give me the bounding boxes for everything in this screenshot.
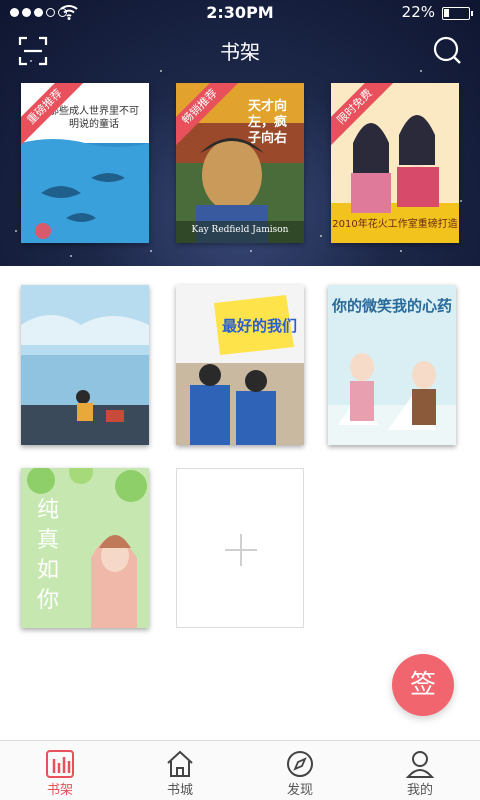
house-icon [167,750,193,777]
tab-discover[interactable]: 发现 [240,741,360,800]
tab-label: 我的 [406,783,433,798]
book-title: 2010年花火工作室重磅打造 [332,219,458,230]
tab-label: 书城 [166,783,193,798]
book-author: Kay Redfield Jamison [191,225,289,235]
book-cover-5[interactable]: 最好的我们 [176,285,304,445]
compass-icon [287,751,313,777]
page-title: 书架 [220,40,260,64]
battery-percent: 22% [401,3,435,21]
tab-profile[interactable]: 我的 [360,741,480,800]
book-cover-6[interactable]: 你的微笑我的心药 [328,285,456,445]
book-title: 最好的我们 [222,317,298,335]
book-title: 天才向左，疯子向右 [248,99,288,146]
person-icon [405,751,435,778]
add-book-button[interactable] [176,468,304,628]
book-cover-1[interactable]: 那些成人世界里不可明说的童话 重磅推荐 [21,83,149,243]
status-bar: 2:30PM 22% [0,0,480,26]
book-cover-art [21,285,149,445]
battery-icon [442,7,473,20]
book-title: 纯真如你 [37,498,60,613]
tab-label: 书架 [46,783,73,798]
book-cover-7[interactable]: 纯真如你 [21,468,149,628]
bottom-tab-bar: 书架 书城 发现 我的 [0,740,480,800]
book-cover-art [176,285,304,445]
sign-in-button[interactable]: 签 [392,654,454,716]
book-title: 你的微笑我的心药 [332,297,453,315]
search-icon[interactable] [432,35,462,65]
book-cover-2[interactable]: 天才向左，疯子向右 Kay Redfield Jamison 畅销推荐 [176,83,304,243]
bookshelf-icon [46,750,74,778]
book-cover-3[interactable]: 2010年花火工作室重磅打造 限时免费 [331,83,459,243]
book-title: 那些成人世界里不可明说的童话 [49,106,139,130]
tab-label: 发现 [286,783,313,798]
tab-bookstore[interactable]: 书城 [120,741,240,800]
book-cover-4[interactable] [21,285,149,445]
tab-bookshelf[interactable]: 书架 [0,741,120,800]
